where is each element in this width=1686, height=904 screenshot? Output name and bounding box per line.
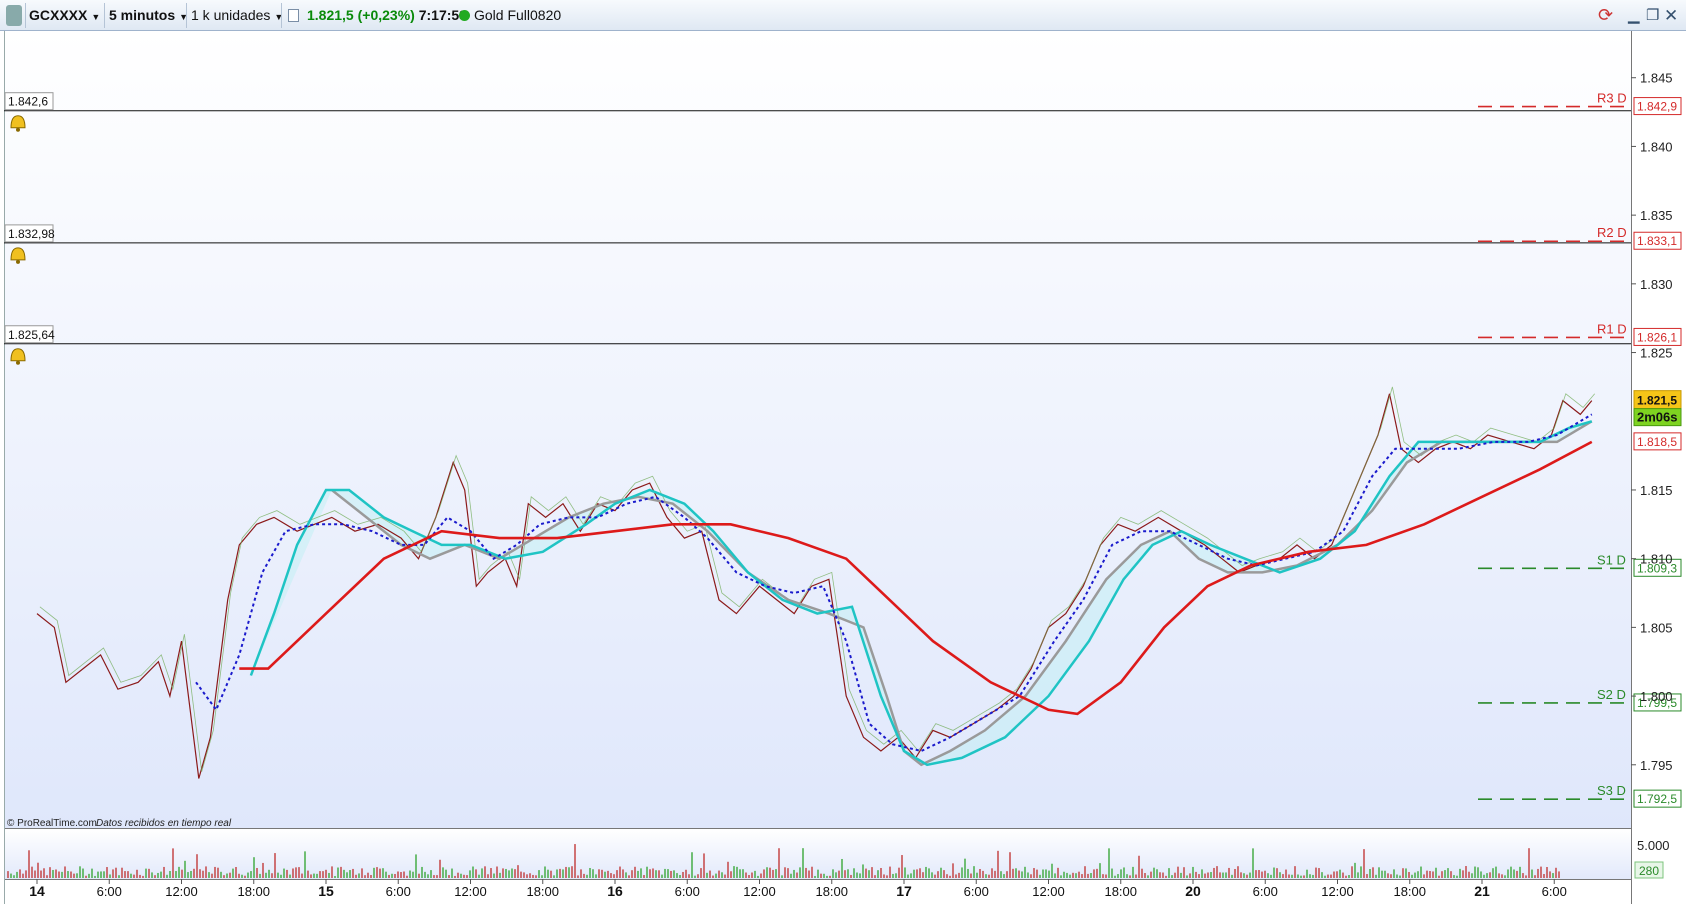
x-tick-label: 6:00 xyxy=(97,884,122,899)
refresh-icon[interactable]: ⟳ xyxy=(1598,5,1613,26)
pivot-name: S2 D xyxy=(1597,687,1626,702)
x-tick-label: 12:00 xyxy=(743,884,776,899)
units-selector[interactable]: 1 k unidades ▼ xyxy=(191,5,283,26)
footer-note: Datos recibidos en tiempo real xyxy=(96,818,232,829)
timeframe-label: 5 minutos xyxy=(109,7,176,23)
volume-top-label: 5.000 xyxy=(1637,838,1670,853)
y-tick-label: 1.845 xyxy=(1640,71,1673,86)
x-tick-label: 12:00 xyxy=(165,884,198,899)
alert-bell-clapper xyxy=(16,360,20,365)
alert-bell-body xyxy=(10,348,26,362)
y-tick-label: 1.835 xyxy=(1640,208,1673,223)
y-tick-label: 1.825 xyxy=(1640,346,1673,361)
window-menu-icon[interactable] xyxy=(6,5,22,26)
pivot-name: S3 D xyxy=(1597,783,1626,798)
footer-credit: © ProRealTime.com xyxy=(7,818,97,829)
x-tick-label: 18:00 xyxy=(815,884,848,899)
y-tick-label: 1.805 xyxy=(1640,620,1673,635)
x-tick-label: 14 xyxy=(29,883,45,899)
x-tick-label: 18:00 xyxy=(237,884,270,899)
x-tick-label: 20 xyxy=(1185,883,1201,899)
pivot-value: 1.826,1 xyxy=(1637,330,1677,344)
plot-area[interactable] xyxy=(4,31,1631,828)
price-readout: 1.821,5 (+0,23%) 7:17:53 xyxy=(307,5,467,26)
y-tick-label: 1.795 xyxy=(1640,758,1673,773)
restore-icon[interactable]: ❐ xyxy=(1646,5,1659,26)
x-tick-label: 12:00 xyxy=(1032,884,1065,899)
y-tick-label: 1.810 xyxy=(1640,552,1673,567)
symbol-selector[interactable]: GCXXXX ▼ xyxy=(29,5,100,26)
pivot-value: 1.792,5 xyxy=(1637,792,1677,806)
x-tick-label: 6:00 xyxy=(1542,884,1567,899)
x-tick-label: 18:00 xyxy=(1104,884,1137,899)
close-icon[interactable]: ✕ xyxy=(1664,5,1678,26)
y-tick-label: 1.815 xyxy=(1640,483,1673,498)
x-tick-label: 21 xyxy=(1474,883,1490,899)
alert-line-label: 1.825,64 xyxy=(8,328,55,342)
alert-line-label: 1.842,6 xyxy=(8,95,48,109)
chevron-down-icon: ▼ xyxy=(91,12,101,22)
x-tick-label: 18:00 xyxy=(1393,884,1426,899)
x-tick-label: 6:00 xyxy=(386,884,411,899)
countdown-label: 2m06s xyxy=(1637,410,1677,425)
volume-current-label: 280 xyxy=(1639,864,1659,878)
units-label: 1 k unidades xyxy=(191,7,271,23)
x-tick-label: 6:00 xyxy=(1253,884,1278,899)
y-tick-label: 1.840 xyxy=(1640,139,1673,154)
live-status-dot-icon xyxy=(459,10,470,21)
prorealtime-window: GCXXXX ▼ 5 minutos ▼ 1 k unidades ▼ 1.821,5… xyxy=(0,0,1686,904)
pivot-value: 1.842,9 xyxy=(1637,100,1677,114)
ma-red-value: 1.818,5 xyxy=(1637,435,1677,449)
x-tick-label: 12:00 xyxy=(1321,884,1354,899)
price-change: (+0,23%) xyxy=(357,7,415,23)
alert-bell-body xyxy=(10,115,26,129)
alert-bell-body xyxy=(10,247,26,261)
x-tick-label: 6:00 xyxy=(964,884,989,899)
price-value: 1.821,5 xyxy=(307,7,354,23)
x-tick-label: 12:00 xyxy=(454,884,487,899)
alert-line-label: 1.832,98 xyxy=(8,227,55,241)
current-price-label: 1.821,5 xyxy=(1637,394,1677,408)
x-tick-label: 15 xyxy=(318,883,334,899)
instrument-name: Gold Full0820 xyxy=(474,7,562,23)
y-tick-label: 1.830 xyxy=(1640,277,1673,292)
pivot-name: R3 D xyxy=(1597,91,1627,106)
x-tick-label: 6:00 xyxy=(675,884,700,899)
x-tick-label: 18:00 xyxy=(526,884,559,899)
pivot-name: R1 D xyxy=(1597,321,1627,336)
x-tick-label: 17 xyxy=(896,883,912,899)
minimize-icon[interactable]: ▁ xyxy=(1628,5,1640,26)
chart-toolbar: GCXXXX ▼ 5 minutos ▼ 1 k unidades ▼ 1.821,5… xyxy=(0,0,1686,31)
info-icon[interactable] xyxy=(288,9,299,22)
pivot-name: R2 D xyxy=(1597,225,1627,240)
x-tick-label: 16 xyxy=(607,883,623,899)
alert-bell-clapper xyxy=(16,127,20,132)
y-tick-label: 1.800 xyxy=(1640,689,1673,704)
timeframe-selector[interactable]: 5 minutos ▼ xyxy=(109,5,188,26)
alert-bell-clapper xyxy=(16,259,20,264)
pivot-name: S1 D xyxy=(1597,552,1626,567)
pivot-value: 1.833,1 xyxy=(1637,234,1677,248)
price-chart[interactable]: 1.842,6 1.832,98 1.825,64 R3 D 1.842,9 R2 D 1… xyxy=(0,31,1686,904)
symbol-label: GCXXXX xyxy=(29,7,88,23)
